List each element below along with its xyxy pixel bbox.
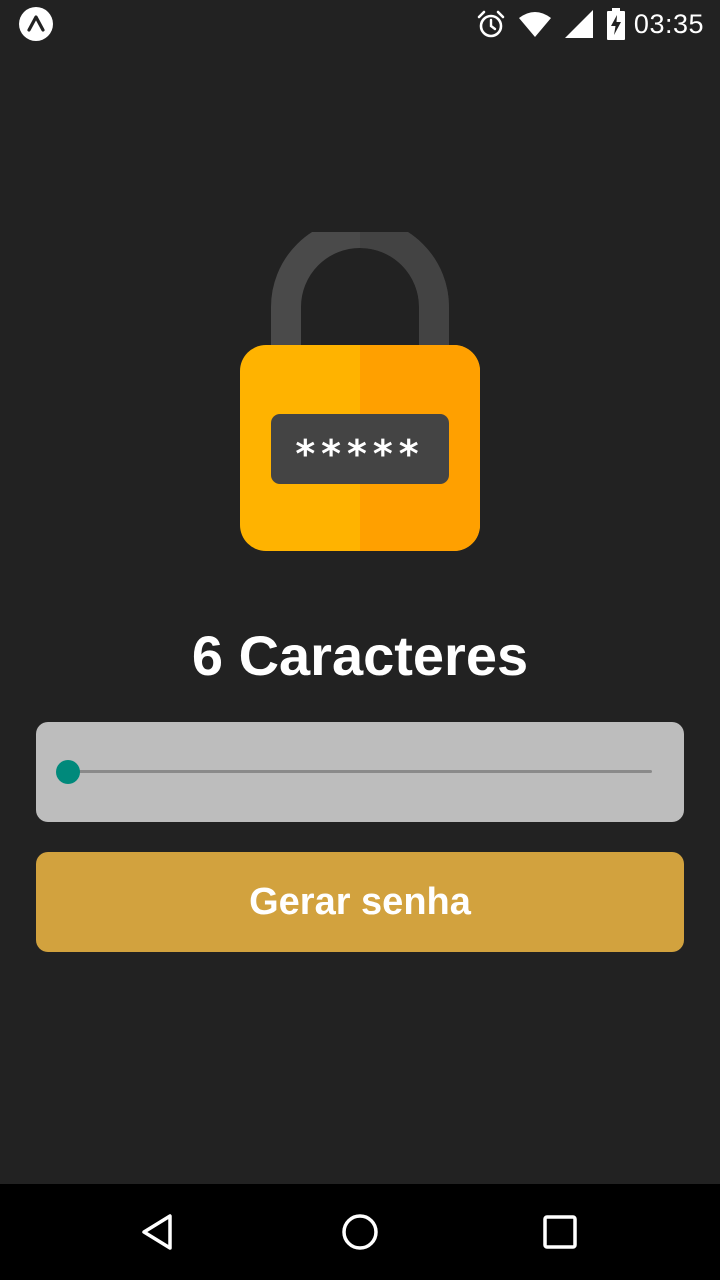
home-icon[interactable] — [336, 1208, 384, 1256]
length-slider-thumb[interactable] — [56, 760, 80, 784]
navigation-bar — [0, 1184, 720, 1280]
masked-password: ***** — [295, 432, 424, 476]
status-bar: 03:35 — [0, 0, 720, 48]
battery-charging-icon — [606, 8, 625, 40]
alarm-icon — [477, 10, 505, 38]
generate-password-button[interactable]: Gerar senha — [36, 852, 684, 952]
padlock-icon: ***** — [240, 232, 480, 551]
recents-icon[interactable] — [536, 1208, 584, 1256]
character-count-title: 6 Caracteres — [191, 624, 529, 687]
expo-icon — [19, 7, 53, 41]
signal-icon — [564, 10, 593, 38]
status-icons: 03:35 — [476, 0, 704, 48]
length-slider-track[interactable] — [68, 770, 652, 773]
back-icon[interactable] — [136, 1208, 184, 1256]
generate-password-label: Gerar senha — [249, 880, 471, 923]
clock: 03:35 — [633, 8, 704, 39]
wifi-icon — [518, 12, 551, 37]
